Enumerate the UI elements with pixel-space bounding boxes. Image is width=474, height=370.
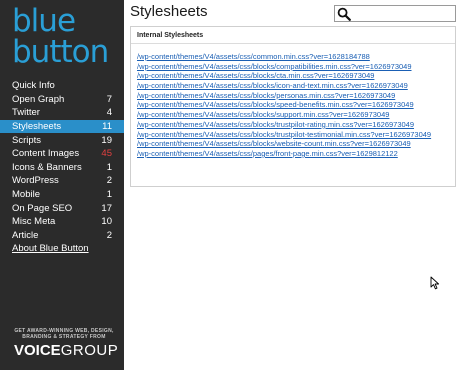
promo-tagline: GET AWARD-WINNING WEB, DESIGN, BRANDING … bbox=[14, 328, 114, 340]
sidebar-item-about-blue-button[interactable]: About Blue Button bbox=[0, 242, 124, 256]
sidebar-item-article[interactable]: Article 2 bbox=[0, 229, 124, 243]
sidebar-item-count: 1 bbox=[106, 189, 112, 201]
sidebar-item-count: 11 bbox=[102, 121, 112, 133]
page-title: Stylesheets bbox=[130, 3, 208, 20]
sidebar-item-content-images[interactable]: Content Images 45 bbox=[0, 147, 124, 161]
stylesheet-link[interactable]: /wp-content/themes/V4/assets/css/pages/f… bbox=[137, 149, 455, 159]
sidebar-item-label: Article bbox=[12, 229, 39, 241]
blue-button-logo: blue button bbox=[12, 6, 120, 72]
sidebar-item-label: Misc Meta bbox=[12, 216, 56, 228]
panel-heading: Internal Stylesheets bbox=[131, 27, 455, 44]
sidebar-item-label[interactable]: About Blue Button bbox=[12, 243, 89, 254]
logo-line-1: blue bbox=[12, 3, 76, 39]
voicegroup-promo[interactable]: GET AWARD-WINNING WEB, DESIGN, BRANDING … bbox=[14, 328, 118, 359]
stylesheet-link[interactable]: /wp-content/themes/V4/assets/css/blocks/… bbox=[137, 100, 455, 110]
stylesheet-link[interactable]: /wp-content/themes/V4/assets/css/blocks/… bbox=[137, 81, 455, 91]
main-content: Stylesheets Internal Stylesheets /wp-con… bbox=[124, 0, 474, 370]
sidebar-item-count: 2 bbox=[106, 175, 112, 187]
brand-bold: VOICE bbox=[14, 342, 61, 359]
sidebar-item-count: 17 bbox=[101, 202, 112, 214]
sidebar-item-mobile[interactable]: Mobile 1 bbox=[0, 188, 124, 202]
stylesheet-link[interactable]: /wp-content/themes/V4/assets/css/common.… bbox=[137, 52, 455, 62]
sidebar-item-count: 2 bbox=[106, 229, 112, 241]
sidebar-item-label: Content Images bbox=[12, 148, 80, 160]
sidebar-item-count: 10 bbox=[101, 216, 112, 228]
voicegroup-logo: VOICEGROUP bbox=[14, 342, 118, 359]
sidebar-item-label: Scripts bbox=[12, 134, 42, 146]
sidebar-item-label: On Page SEO bbox=[12, 202, 73, 214]
sidebar-item-twitter[interactable]: Twitter 4 bbox=[0, 106, 124, 120]
sidebar-nav: Quick Info Open Graph 7 Twitter 4 Styles… bbox=[0, 79, 130, 256]
sidebar-item-count: 1 bbox=[106, 161, 112, 173]
stylesheet-link[interactable]: /wp-content/themes/V4/assets/css/blocks/… bbox=[137, 110, 455, 120]
sidebar-item-icons-banners[interactable]: Icons & Banners 1 bbox=[0, 161, 124, 175]
sidebar-item-label: Icons & Banners bbox=[12, 161, 82, 173]
sidebar-item-open-graph[interactable]: Open Graph 7 bbox=[0, 93, 124, 107]
sidebar-item-misc-meta[interactable]: Misc Meta 10 bbox=[0, 215, 124, 229]
sidebar-item-on-page-seo[interactable]: On Page SEO 17 bbox=[0, 201, 124, 215]
search-icon[interactable] bbox=[337, 7, 351, 21]
internal-stylesheets-panel: Internal Stylesheets /wp-content/themes/… bbox=[130, 26, 456, 187]
sidebar: blue button Quick Info Open Graph 7 Twit… bbox=[0, 0, 130, 370]
sidebar-item-wordpress[interactable]: WordPress 2 bbox=[0, 174, 124, 188]
sidebar-item-label: Stylesheets bbox=[12, 121, 62, 133]
sidebar-item-scripts[interactable]: Scripts 19 bbox=[0, 133, 124, 147]
mouse-pointer-icon bbox=[430, 276, 440, 290]
stylesheet-link[interactable]: /wp-content/themes/V4/assets/css/blocks/… bbox=[137, 62, 455, 72]
sidebar-item-count: 19 bbox=[101, 134, 112, 146]
sidebar-item-stylesheets[interactable]: Stylesheets 11 bbox=[0, 119, 130, 134]
sidebar-item-label: WordPress bbox=[12, 175, 59, 187]
stylesheet-link[interactable]: /wp-content/themes/V4/assets/css/blocks/… bbox=[137, 91, 455, 101]
stylesheet-link[interactable]: /wp-content/themes/V4/assets/css/blocks/… bbox=[137, 120, 455, 130]
brand-thin: GROUP bbox=[60, 342, 119, 359]
sidebar-item-count: 45 bbox=[101, 148, 112, 160]
stylesheet-link[interactable]: /wp-content/themes/V4/assets/css/blocks/… bbox=[137, 71, 455, 81]
sidebar-item-label: Quick Info bbox=[12, 80, 55, 92]
sidebar-item-label: Mobile bbox=[12, 189, 40, 201]
stylesheet-link[interactable]: /wp-content/themes/V4/assets/css/blocks/… bbox=[137, 139, 455, 149]
sidebar-item-count: 7 bbox=[106, 93, 112, 105]
stylesheet-link[interactable]: /wp-content/themes/V4/assets/css/blocks/… bbox=[137, 130, 455, 140]
sidebar-item-quick-info[interactable]: Quick Info bbox=[0, 79, 124, 93]
stylesheet-link-list: /wp-content/themes/V4/assets/css/common.… bbox=[131, 44, 455, 159]
logo-line-2: button bbox=[12, 34, 109, 70]
sidebar-item-label: Twitter bbox=[12, 107, 40, 119]
sidebar-item-count: 4 bbox=[106, 107, 112, 119]
sidebar-item-label: Open Graph bbox=[12, 93, 65, 105]
search-input[interactable] bbox=[334, 5, 456, 22]
